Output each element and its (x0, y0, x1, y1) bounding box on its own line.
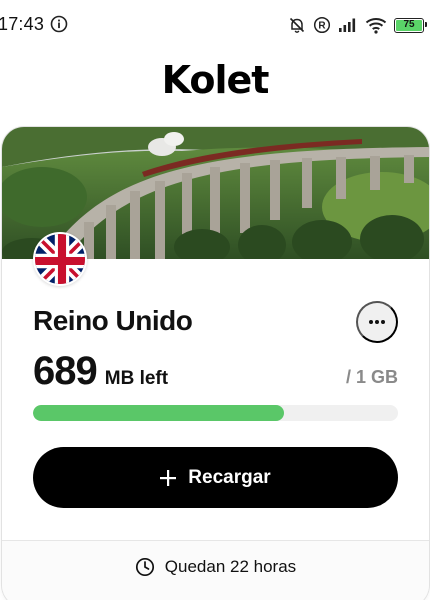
country-name: Reino Unido (33, 305, 193, 336)
time-remaining-text: Quedan 22 horas (164, 557, 297, 576)
signal-icon (338, 17, 358, 33)
uk-flag-icon (33, 232, 87, 286)
plus-icon (160, 469, 177, 486)
wifi-icon (365, 17, 387, 34)
card-footer: Quedan 22 horas (2, 540, 429, 600)
status-icons: R 75 (288, 14, 427, 36)
registered-icon: R (313, 16, 331, 34)
more-options-button[interactable] (356, 301, 398, 343)
battery-icon: 75 (394, 17, 427, 33)
recharge-button-label: Recargar (188, 466, 271, 488)
status-bar: 17:43 R 75 (0, 0, 430, 50)
data-remaining: 689 MB left (33, 349, 168, 394)
battery-level: 75 (396, 19, 422, 31)
recharge-button[interactable]: Recargar (33, 447, 398, 508)
status-time: 17:43 (0, 14, 45, 34)
app-logo: Kolet (161, 58, 270, 102)
battery-level-text: 75 (403, 19, 415, 30)
clock-icon (135, 557, 154, 577)
esim-card[interactable]: Reino Unido 689 MB left / 1 GB Recargar … (2, 127, 429, 600)
data-progress-bar (33, 405, 398, 421)
bell-off-icon (288, 16, 306, 34)
svg-text:R: R (318, 21, 326, 32)
info-icon (50, 15, 68, 33)
ellipsis-icon (369, 320, 385, 324)
data-total: / 1 GB (345, 367, 398, 387)
data-remaining-amount: 689 (33, 349, 98, 393)
data-remaining-unit: MB left (104, 368, 169, 389)
data-progress-fill (33, 405, 285, 421)
